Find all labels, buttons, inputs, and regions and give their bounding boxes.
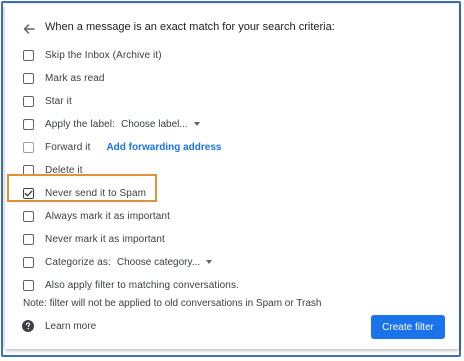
option-star[interactable]: Star it	[23, 91, 72, 111]
arrow-left-icon[interactable]	[21, 21, 37, 37]
option-label: Apply the label:	[45, 118, 115, 130]
apply-label-checkbox[interactable]	[23, 118, 34, 130]
option-apply-matching[interactable]: Also apply filter to matching conversati…	[23, 275, 239, 295]
add-forwarding-address-link[interactable]: Add forwarding address	[106, 142, 221, 153]
option-label: Always mark it as important	[45, 210, 170, 222]
always-important-checkbox[interactable]	[23, 210, 34, 222]
learn-more-link[interactable]: Learn more	[45, 321, 96, 332]
option-label: Star it	[45, 95, 72, 107]
option-label: Categorize as:	[45, 256, 111, 268]
chevron-down-icon	[206, 260, 213, 264]
option-never-important[interactable]: Never mark it as important	[23, 229, 165, 249]
option-mark-read[interactable]: Mark as read	[23, 68, 105, 88]
category-dropdown[interactable]: Choose category...	[116, 256, 213, 268]
option-label: Forward it	[45, 141, 91, 153]
star-checkbox[interactable]	[23, 95, 34, 107]
dialog-heading: When a message is an exact match for you…	[45, 21, 335, 33]
highlight-box	[7, 174, 157, 202]
option-label: Skip the Inbox (Archive it)	[45, 49, 162, 61]
category-dropdown-value: Choose category...	[116, 256, 201, 268]
create-filter-button[interactable]: Create filter	[371, 315, 445, 339]
option-label: Also apply filter to matching conversati…	[45, 279, 239, 291]
apply-matching-checkbox[interactable]	[23, 279, 34, 291]
option-skip-inbox[interactable]: Skip the Inbox (Archive it)	[23, 45, 162, 65]
option-categorize[interactable]: Categorize as: Choose category...	[23, 252, 213, 272]
option-forward[interactable]: Forward it Add forwarding address	[23, 137, 221, 157]
option-apply-label[interactable]: Apply the label: Choose label...	[23, 114, 200, 134]
option-label: Never mark it as important	[45, 233, 165, 245]
categorize-checkbox[interactable]	[23, 256, 34, 268]
option-label: Mark as read	[45, 72, 105, 84]
label-dropdown[interactable]: Choose label...	[121, 119, 200, 130]
option-always-important[interactable]: Always mark it as important	[23, 206, 170, 226]
forward-checkbox[interactable]	[23, 141, 34, 153]
filter-note: Note: filter will not be applied to old …	[23, 298, 322, 309]
screenshot-frame: When a message is an exact match for you…	[0, 0, 464, 361]
help-circle-icon[interactable]	[22, 320, 34, 332]
label-dropdown-value: Choose label...	[120, 118, 188, 130]
chevron-down-icon	[193, 122, 200, 126]
never-important-checkbox[interactable]	[23, 233, 34, 245]
skip-inbox-checkbox[interactable]	[23, 49, 34, 61]
mark-read-checkbox[interactable]	[23, 72, 34, 84]
